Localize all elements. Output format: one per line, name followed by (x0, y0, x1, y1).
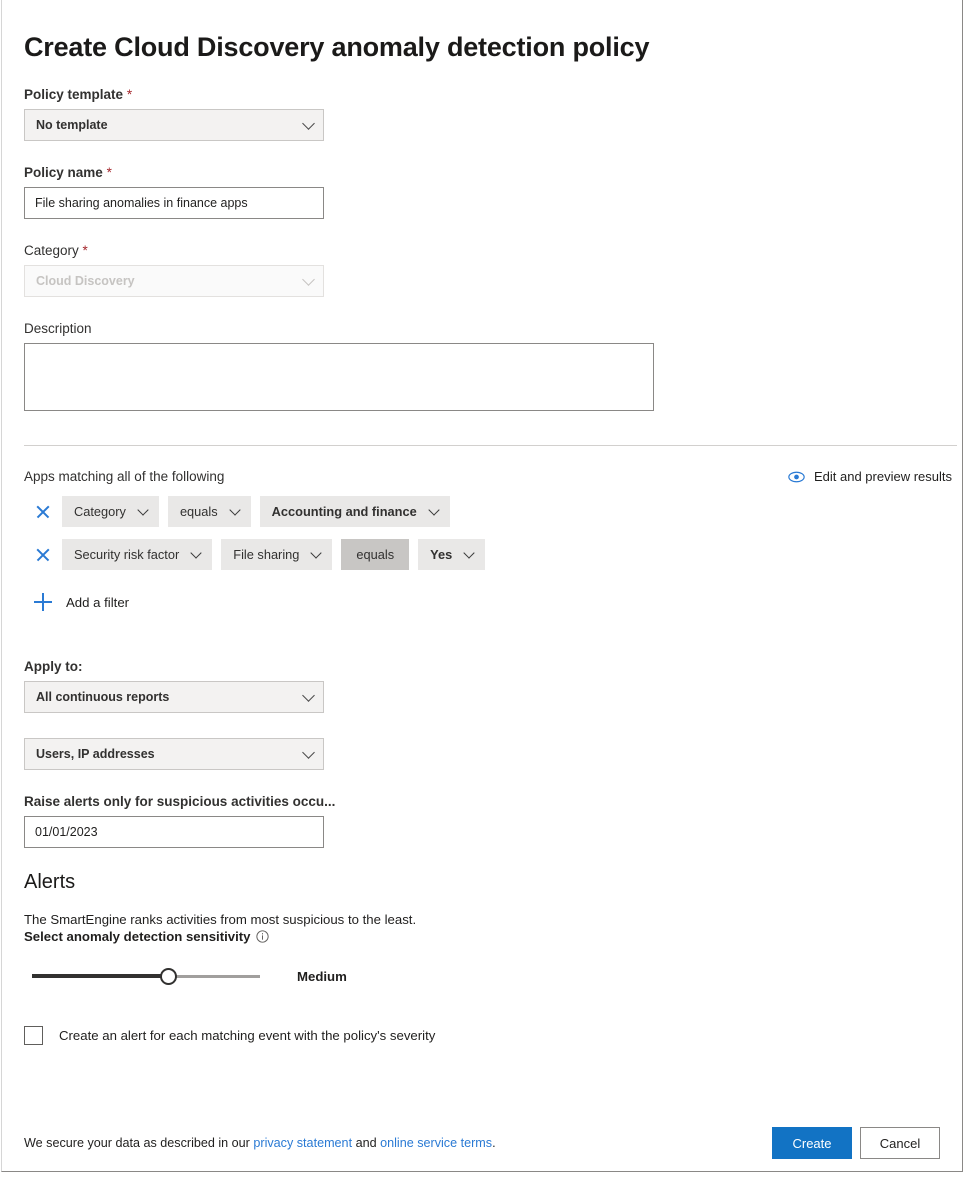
sensitivity-label: Select anomaly detection sensitivity (24, 929, 940, 944)
page-title: Create Cloud Discovery anomaly detection… (24, 0, 940, 63)
filter-operator-static: equals (341, 539, 409, 570)
filter-row: Security risk factor File sharing equals… (24, 539, 940, 570)
legal-suffix: . (492, 1136, 496, 1150)
apply-to-scope-value: Users, IP addresses (36, 747, 155, 761)
policy-template-label: Policy template * (24, 87, 940, 102)
edit-preview-results-label: Edit and preview results (814, 469, 952, 484)
alerts-description: The SmartEngine ranks activities from mo… (24, 912, 940, 927)
required-asterisk: * (127, 87, 132, 102)
required-asterisk: * (107, 165, 112, 180)
apply-to-label: Apply to: (24, 659, 940, 674)
category-select: Cloud Discovery (24, 265, 324, 297)
filter-operator-value: equals (356, 547, 394, 562)
filter-field-value: Security risk factor (74, 547, 179, 562)
close-icon[interactable] (34, 503, 52, 521)
footer-buttons: Create Cancel (772, 1127, 940, 1159)
filter-subfield-value: File sharing (233, 547, 299, 562)
filter-row: Category equals Accounting and finance (24, 496, 940, 527)
chevron-down-icon (302, 689, 315, 702)
add-filter-label: Add a filter (66, 595, 129, 610)
policy-name-label: Policy name * (24, 165, 940, 180)
category-value: Cloud Discovery (36, 274, 135, 288)
filter-operator-value: equals (180, 504, 218, 519)
alerts-section-title: Alerts (24, 871, 940, 894)
policy-name-label-text: Policy name (24, 165, 103, 180)
filters-header: Apps matching all of the following Edit … (24, 469, 957, 484)
chevron-down-icon (464, 547, 475, 558)
policy-name-input[interactable] (24, 187, 324, 219)
plus-icon (34, 593, 52, 611)
info-icon[interactable] (256, 930, 269, 943)
apply-to-reports-select[interactable]: All continuous reports (24, 681, 324, 713)
filter-value-value: Yes (430, 547, 452, 562)
filter-subfield-select[interactable]: File sharing (221, 539, 332, 570)
create-alert-per-event-label: Create an alert for each matching event … (59, 1028, 435, 1043)
edit-preview-results-button[interactable]: Edit and preview results (788, 469, 957, 484)
chevron-down-icon (191, 547, 202, 558)
required-asterisk: * (83, 243, 88, 258)
filter-value-value: Accounting and finance (272, 504, 417, 519)
legal-middle: and (352, 1136, 380, 1150)
filter-field-value: Category (74, 504, 126, 519)
footer: We secure your data as described in our … (24, 1127, 940, 1159)
apply-to-reports-value: All continuous reports (36, 690, 169, 704)
filter-field-select[interactable]: Security risk factor (62, 539, 212, 570)
filters-heading: Apps matching all of the following (24, 469, 224, 484)
filter-value-select[interactable]: Accounting and finance (260, 496, 450, 527)
privacy-statement-link[interactable]: privacy statement (253, 1136, 352, 1150)
policy-template-value: No template (36, 118, 108, 132)
description-label: Description (24, 321, 940, 336)
legal-prefix: We secure your data as described in our (24, 1136, 253, 1150)
chevron-down-icon (137, 504, 148, 515)
chevron-down-icon (302, 746, 315, 759)
filter-operator-select[interactable]: equals (168, 496, 251, 527)
legal-text: We secure your data as described in our … (24, 1136, 496, 1150)
chevron-down-icon (311, 547, 322, 558)
create-alert-per-event-checkbox[interactable] (24, 1026, 43, 1045)
create-policy-panel: Create Cloud Discovery anomaly detection… (1, 0, 963, 1172)
slider-thumb[interactable] (160, 968, 177, 985)
filter-value-select[interactable]: Yes (418, 539, 485, 570)
chevron-down-icon (428, 504, 439, 515)
cancel-button[interactable]: Cancel (860, 1127, 940, 1159)
sensitivity-label-text: Select anomaly detection sensitivity (24, 929, 250, 944)
raise-alerts-date-input[interactable] (24, 816, 324, 848)
policy-template-select[interactable]: No template (24, 109, 324, 141)
description-textarea[interactable] (24, 343, 654, 411)
slider-track-fill (32, 974, 169, 978)
close-icon[interactable] (34, 546, 52, 564)
create-alert-per-event-row[interactable]: Create an alert for each matching event … (24, 1026, 435, 1045)
section-divider (24, 445, 957, 446)
chevron-down-icon (302, 117, 315, 130)
apply-to-scope-select[interactable]: Users, IP addresses (24, 738, 324, 770)
raise-alerts-label: Raise alerts only for suspicious activit… (24, 794, 940, 809)
sensitivity-slider[interactable] (32, 966, 260, 986)
category-label: Category * (24, 243, 940, 258)
policy-template-label-text: Policy template (24, 87, 123, 102)
create-button[interactable]: Create (772, 1127, 852, 1159)
sensitivity-slider-row: Medium (24, 966, 940, 986)
category-label-text: Category (24, 243, 79, 258)
add-filter-button[interactable]: Add a filter (34, 593, 129, 611)
filter-field-select[interactable]: Category (62, 496, 159, 527)
sensitivity-value: Medium (297, 969, 347, 984)
chevron-down-icon (229, 504, 240, 515)
online-service-terms-link[interactable]: online service terms (380, 1136, 492, 1150)
chevron-down-icon (302, 273, 315, 286)
eye-icon (788, 471, 805, 483)
